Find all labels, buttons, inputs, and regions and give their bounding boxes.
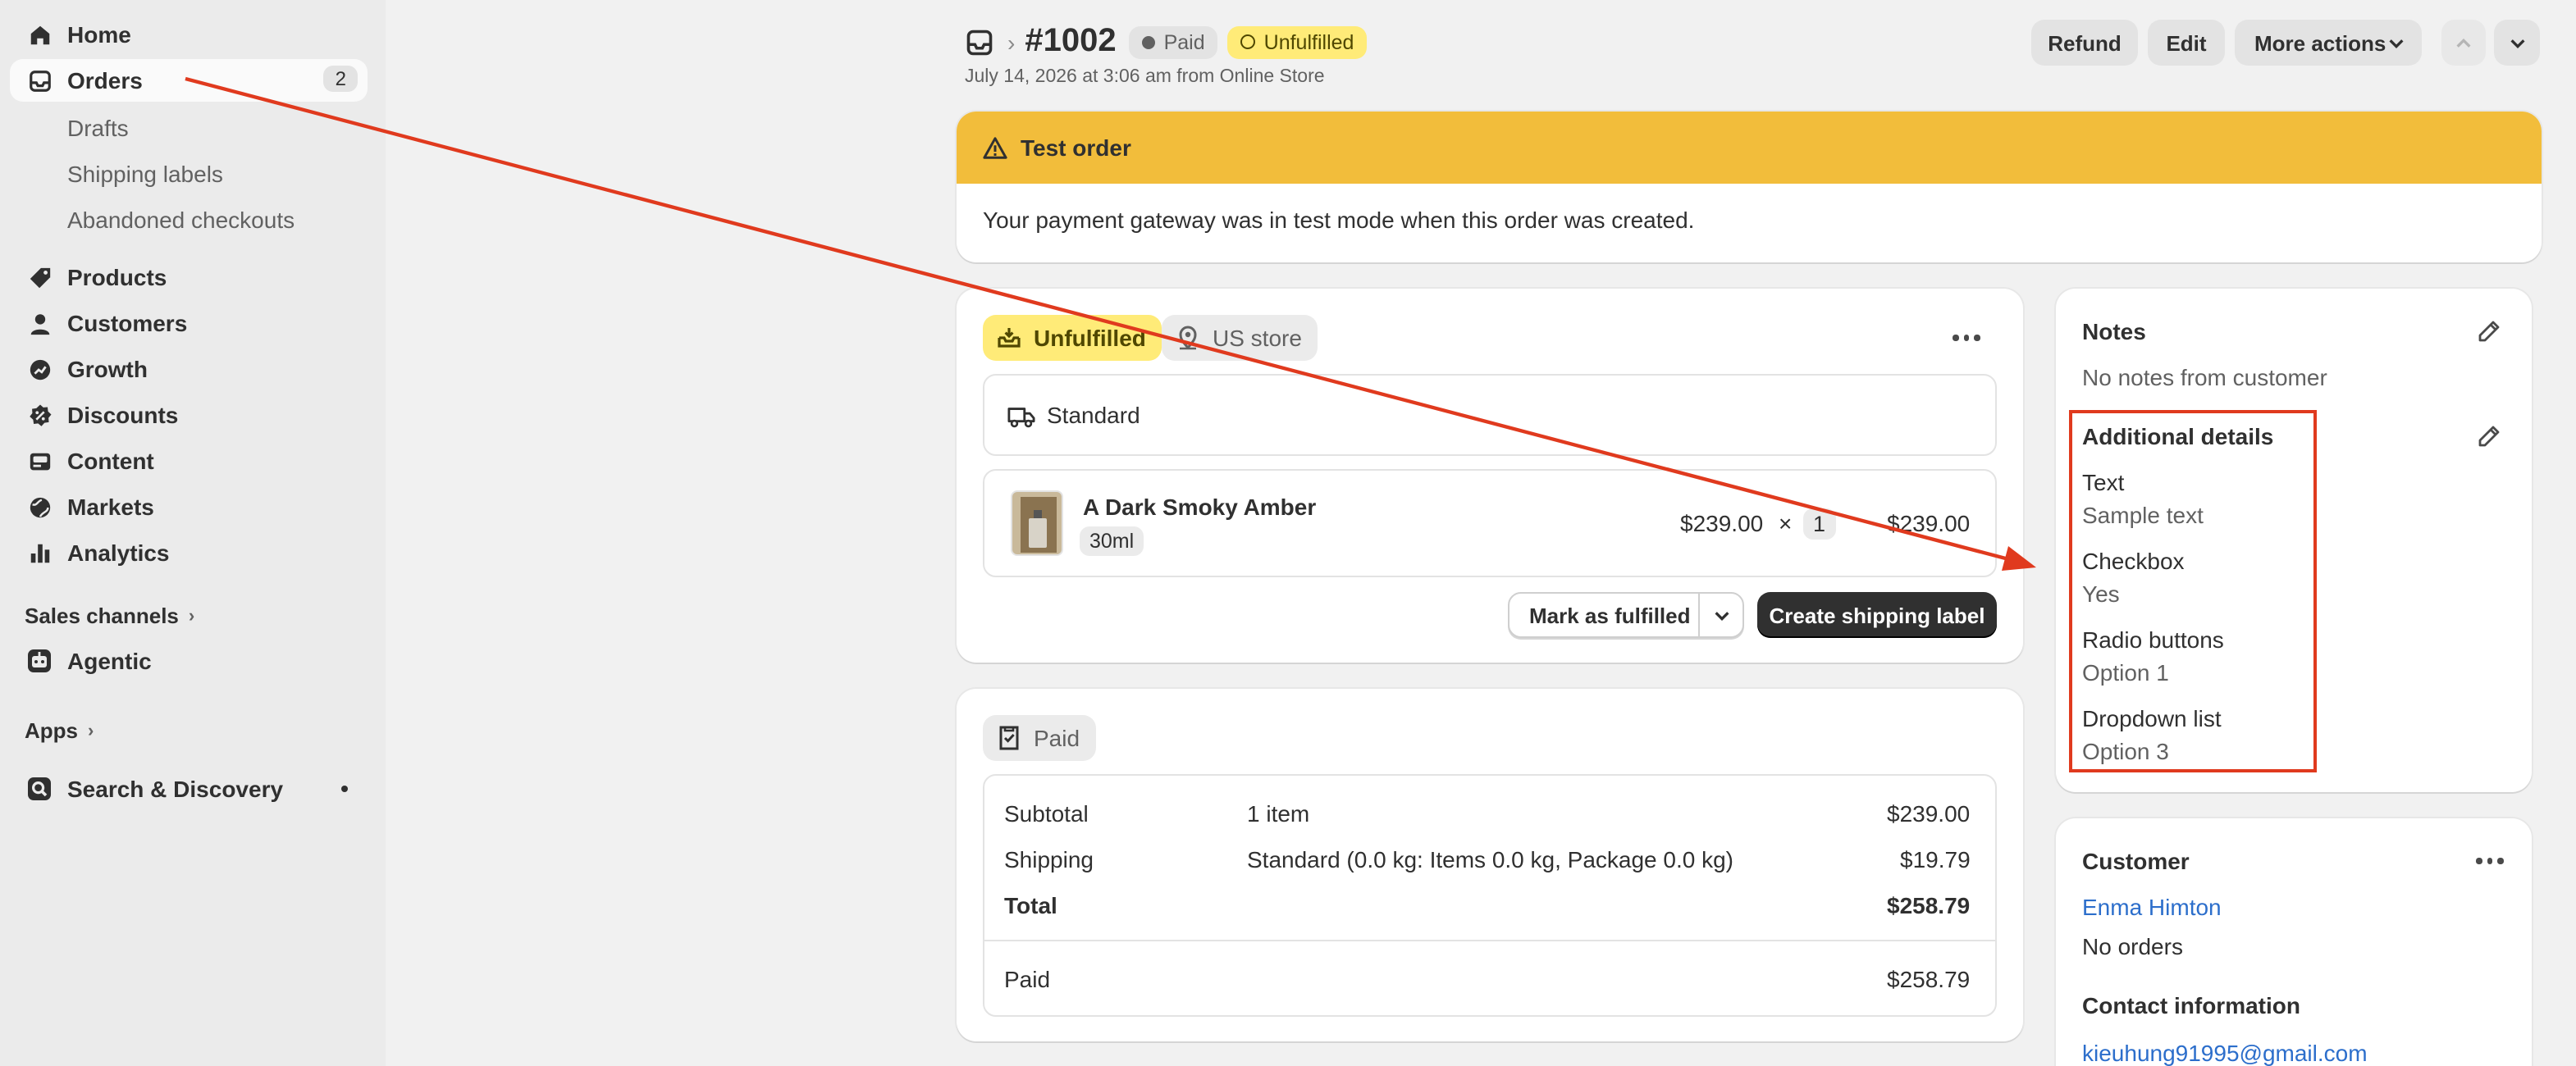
annotation-arrow	[185, 76, 2036, 571]
